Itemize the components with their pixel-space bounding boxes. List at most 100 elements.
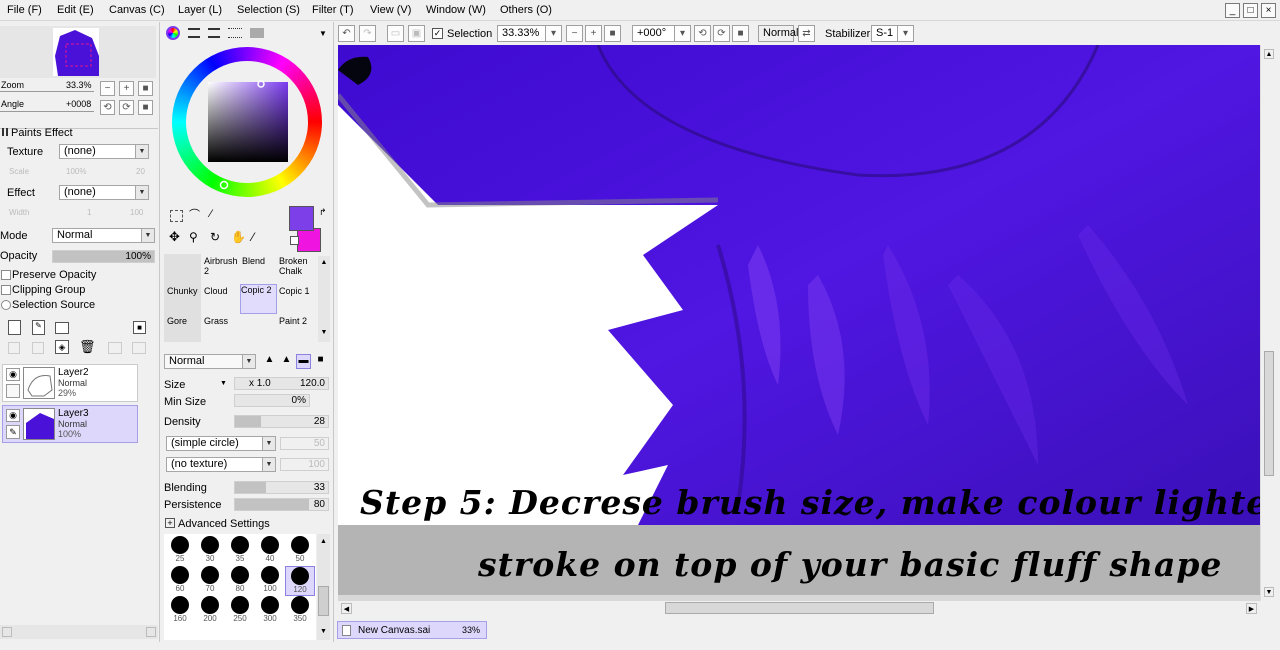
scroll-right-icon[interactable] bbox=[146, 627, 156, 637]
edge-soft-icon[interactable]: ▬ bbox=[296, 354, 311, 369]
clipping-group-checkbox[interactable] bbox=[1, 285, 11, 295]
zoom-reset-icon[interactable]: ■ bbox=[604, 25, 621, 42]
primary-color-swatch[interactable] bbox=[289, 206, 314, 231]
rotate-ccw-icon[interactable]: ⟲ bbox=[694, 25, 711, 42]
merge-down-icon[interactable] bbox=[32, 342, 44, 354]
brush-size-350[interactable]: 350 bbox=[285, 596, 315, 626]
brush-mode-dropdown[interactable]: Normal ▼ bbox=[164, 354, 256, 369]
scroll-up-icon[interactable]: ▲ bbox=[319, 258, 329, 268]
visibility-eye-icon[interactable]: ◉ bbox=[6, 409, 20, 422]
scroll-thumb[interactable] bbox=[318, 586, 329, 616]
new-linework-layer-icon[interactable]: ✎ bbox=[32, 320, 45, 335]
hsv-slider-tab-icon[interactable] bbox=[208, 28, 220, 38]
scroll-up-icon[interactable]: ▲ bbox=[1264, 49, 1274, 59]
menu-file[interactable]: File (F) bbox=[7, 4, 42, 16]
menu-view[interactable]: View (V) bbox=[370, 4, 411, 16]
tool-airbrush-2[interactable]: Airbrush 2 bbox=[204, 256, 241, 286]
menu-edit[interactable]: Edit (E) bbox=[57, 4, 94, 16]
swatches-tab-icon[interactable] bbox=[228, 28, 242, 38]
layer-row-layer3[interactable]: ◉ ✎ Layer3 Normal 100% bbox=[2, 405, 138, 443]
edge-hard-icon[interactable]: ▲ bbox=[262, 354, 277, 369]
canvas-vertical-scrollbar[interactable]: ▲ ▼ bbox=[1260, 45, 1276, 601]
brush-size-300[interactable]: 300 bbox=[255, 596, 285, 626]
rgb-slider-tab-icon[interactable] bbox=[188, 28, 200, 38]
menu-window[interactable]: Window (W) bbox=[426, 4, 486, 16]
nav-rotate-cw-icon[interactable]: ⟳ bbox=[119, 100, 134, 115]
angle-slider[interactable] bbox=[0, 111, 94, 112]
blending-slider[interactable]: 33 bbox=[234, 481, 329, 494]
size-dropdown-icon[interactable]: ▼ bbox=[220, 378, 230, 390]
brush-texture-dropdown[interactable]: (no texture) ▼ bbox=[166, 457, 276, 472]
deselect-icon[interactable]: ▭ bbox=[387, 25, 404, 42]
brush-size-50[interactable]: 50 bbox=[285, 536, 315, 566]
navigator-preview[interactable] bbox=[0, 26, 156, 78]
scroll-left-icon[interactable]: ◀ bbox=[341, 603, 352, 614]
scroll-down-icon[interactable]: ▼ bbox=[318, 626, 329, 637]
menu-selection[interactable]: Selection (S) bbox=[237, 4, 300, 16]
nav-zoom-reset-icon[interactable]: ■ bbox=[138, 81, 153, 96]
move-icon[interactable]: ✥ bbox=[169, 230, 184, 245]
rectangle-select-icon[interactable] bbox=[170, 210, 183, 222]
visibility-eye-icon[interactable]: ◉ bbox=[6, 368, 20, 381]
scroll-down-icon[interactable]: ▼ bbox=[319, 328, 329, 338]
scroll-down-icon[interactable]: ▼ bbox=[1264, 587, 1274, 597]
drawing-canvas[interactable]: Step 5: Decrese brush size, make colour … bbox=[338, 45, 1260, 601]
tool-copic-2[interactable]: Copic 2 bbox=[240, 284, 277, 314]
brush-size-25[interactable]: 25 bbox=[165, 536, 195, 566]
nav-zoom-in-icon[interactable]: + bbox=[119, 81, 134, 96]
document-tab[interactable]: New Canvas.sai 33% bbox=[337, 621, 487, 639]
color-wheel-tab-icon[interactable] bbox=[166, 26, 180, 40]
vertical-scroll-thumb[interactable] bbox=[1264, 351, 1274, 476]
size-slider[interactable]: x 1.0 120.0 bbox=[234, 377, 329, 390]
angle-dropdown-icon[interactable]: ▾ bbox=[674, 25, 691, 42]
minimize-button[interactable]: _ bbox=[1225, 3, 1240, 18]
menu-canvas[interactable]: Canvas (C) bbox=[109, 4, 165, 16]
layer-mask-icon[interactable]: ■ bbox=[133, 321, 146, 334]
shape-strength-slider[interactable]: 50 bbox=[280, 437, 329, 450]
tool-blend[interactable]: Blend bbox=[242, 256, 279, 286]
clear-layer-icon[interactable]: ◈ bbox=[55, 340, 69, 354]
selection-checkbox[interactable]: ✓ bbox=[432, 28, 443, 39]
nav-rotate-ccw-icon[interactable]: ⟲ bbox=[100, 100, 115, 115]
edge-flat-icon[interactable]: ■ bbox=[313, 354, 328, 369]
tool-copic-1[interactable]: Copic 1 bbox=[279, 286, 316, 316]
texture-dropdown[interactable]: (none) ▼ bbox=[59, 144, 149, 159]
tool-scrollbar[interactable]: ▲ ▼ bbox=[318, 256, 330, 342]
brush-size-70[interactable]: 70 bbox=[195, 566, 225, 596]
preserve-opacity-checkbox[interactable] bbox=[1, 270, 11, 280]
opacity-slider[interactable]: 100% bbox=[52, 250, 155, 263]
panel-menu-icon[interactable]: ▼ bbox=[319, 30, 329, 38]
min-size-slider[interactable]: 0% bbox=[234, 394, 310, 407]
advanced-settings-label[interactable]: Advanced Settings bbox=[178, 518, 270, 530]
rotate-tool-icon[interactable]: ↻ bbox=[210, 230, 225, 245]
zoom-slider[interactable] bbox=[0, 91, 94, 92]
brush-size-40[interactable]: 40 bbox=[255, 536, 285, 566]
brush-size-80[interactable]: 80 bbox=[225, 566, 255, 596]
edge-medium-icon[interactable]: ▲ bbox=[279, 354, 294, 369]
eyedropper-icon[interactable]: ⁄ bbox=[252, 230, 267, 245]
brush-size-60[interactable]: 60 bbox=[165, 566, 195, 596]
nav-zoom-out-icon[interactable]: − bbox=[100, 81, 115, 96]
secondary-color-swatch[interactable] bbox=[297, 228, 321, 252]
layer-horizontal-scrollbar[interactable] bbox=[0, 625, 158, 639]
rotate-cw-icon[interactable]: ⟳ bbox=[713, 25, 730, 42]
scroll-up-icon[interactable]: ▲ bbox=[318, 536, 329, 547]
menu-filter[interactable]: Filter (T) bbox=[312, 4, 354, 16]
hand-tool-icon[interactable]: ✋ bbox=[231, 230, 246, 245]
effect-dropdown[interactable]: (none) ▼ bbox=[59, 185, 149, 200]
lasso-icon[interactable]: ⌒ bbox=[189, 209, 204, 221]
brush-size-200[interactable]: 200 bbox=[195, 596, 225, 626]
magic-wand-icon[interactable]: ⁄ bbox=[210, 208, 225, 222]
selection-source-checkbox[interactable] bbox=[1, 300, 11, 310]
layer-row-layer2[interactable]: ◉ Layer2 Normal 29% bbox=[2, 364, 138, 402]
undo-icon[interactable]: ↶ bbox=[338, 25, 355, 42]
brush-size-160[interactable]: 160 bbox=[165, 596, 195, 626]
tool-broken-chalk[interactable]: Broken Chalk bbox=[279, 256, 316, 286]
redo-icon[interactable]: ↷ bbox=[359, 25, 376, 42]
tool-chunky[interactable]: Chunky bbox=[167, 286, 204, 316]
horizontal-scroll-thumb[interactable] bbox=[665, 602, 934, 614]
layer-option2-icon[interactable] bbox=[132, 342, 146, 354]
menu-layer[interactable]: Layer (L) bbox=[178, 4, 222, 16]
brush-size-30[interactable]: 30 bbox=[195, 536, 225, 566]
tool-paint-2[interactable]: Paint 2 bbox=[279, 316, 316, 346]
